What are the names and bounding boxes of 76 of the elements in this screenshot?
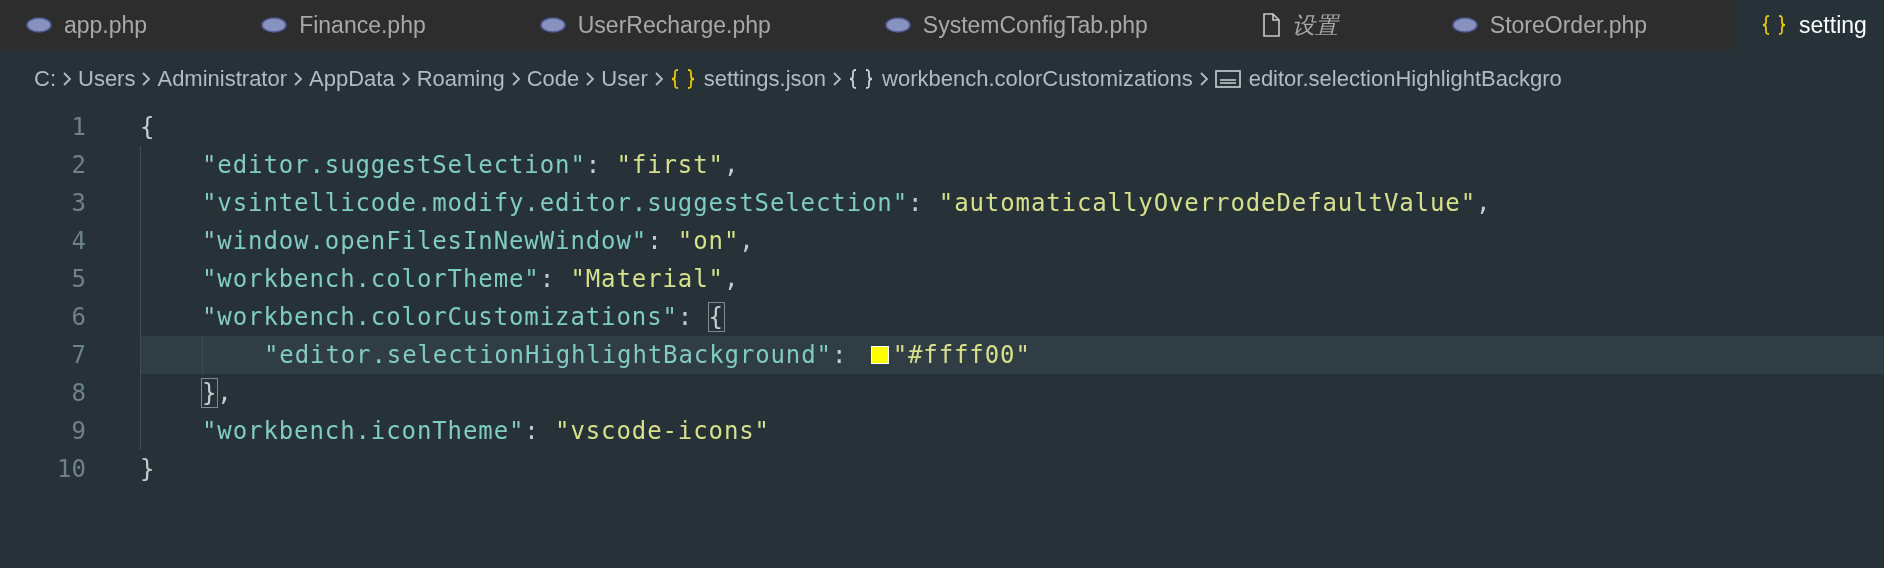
code-key: "editor.suggestSelection" (202, 151, 586, 179)
chevron-icon (832, 71, 843, 87)
breadcrumb-item[interactable]: Roaming (416, 66, 505, 92)
code-punctuation: : (647, 227, 664, 255)
editor-tab[interactable]: 设置 (1235, 0, 1426, 50)
code-string: "vscode-icons" (555, 417, 770, 445)
code-punctuation: : (908, 189, 925, 217)
oval-icon (884, 17, 911, 33)
code-punctuation: : (831, 341, 849, 369)
breadcrumb-item[interactable]: Administrator (157, 66, 288, 92)
braces-icon (669, 68, 696, 90)
breadcrumb-item[interactable]: C: (34, 66, 56, 92)
breadcrumb-item[interactable]: User (601, 66, 648, 92)
code-punctuation: : (524, 417, 541, 445)
line-number: 8 (70, 379, 86, 407)
chevron-icon (62, 71, 72, 87)
code-punctuation: : (677, 303, 695, 331)
breadcrumb-item[interactable]: settings.json (703, 66, 827, 92)
line-number: 3 (70, 189, 86, 217)
breadcrumb-item[interactable]: Code (526, 66, 580, 92)
code-key: "workbench.colorTheme" (202, 265, 540, 293)
chevron-icon (400, 71, 411, 87)
line-number: 1 (70, 113, 86, 141)
breadcrumb-item[interactable]: Users (78, 66, 136, 92)
oval-icon (26, 17, 52, 33)
breadcrumb-item[interactable]: AppData (309, 66, 395, 92)
code-string: "#ffff00" (892, 341, 1031, 369)
braces-icon (848, 68, 875, 90)
chevron-icon (653, 71, 664, 87)
code-string: "first" (616, 151, 724, 179)
code-punctuation: , (739, 227, 755, 255)
editor-tab[interactable]: StoreOrder.php (1425, 0, 1736, 50)
code-punctuation: : (585, 151, 603, 179)
line-number: 7 (70, 341, 86, 369)
line-number: 5 (70, 265, 86, 293)
editor-tab[interactable]: setting (1735, 0, 1884, 50)
code-key: "workbench.iconTheme" (202, 417, 525, 445)
code-string: "Material" (570, 265, 724, 293)
oval-icon (261, 17, 288, 33)
code-key: "workbench.colorCustomizations" (202, 303, 678, 331)
code-punctuation: } (140, 455, 156, 483)
chevron-icon (141, 71, 152, 87)
oval-icon (539, 17, 566, 33)
code-key: "editor.selectionHighlightBackground" (264, 341, 832, 369)
editor-tab[interactable]: Finance.php (235, 0, 514, 50)
chevron-icon (293, 71, 304, 87)
code-key: "vsintellicode.modify.editor.suggestSelection" (202, 189, 909, 217)
matched-bracket: { (708, 303, 724, 331)
code-key: "window.openFilesInNewWindow" (202, 227, 648, 255)
breadcrumb-item[interactable]: workbench.colorCustomizations (882, 66, 1193, 92)
line-number: 9 (70, 417, 86, 445)
chevron-icon (1198, 71, 1209, 87)
code-punctuation: , (217, 379, 233, 407)
code-string: "on" (677, 227, 740, 255)
code-punctuation: , (723, 151, 740, 179)
editor-tab[interactable]: app.php (0, 0, 236, 50)
line-number: 4 (70, 227, 86, 255)
color-swatch[interactable] (870, 346, 889, 364)
editor-tab[interactable]: SystemConfigTab.php (858, 0, 1236, 50)
editor-tab[interactable]: UserRecharge.php (513, 0, 859, 50)
code-punctuation: : (539, 265, 557, 293)
string-icon (1214, 70, 1241, 88)
oval-icon (1451, 17, 1478, 33)
code-punctuation: , (1476, 189, 1492, 217)
matched-bracket: } (202, 379, 218, 407)
line-number: 10 (56, 455, 86, 483)
code-punctuation: , (723, 265, 740, 293)
chevron-icon (510, 71, 521, 87)
line-number: 2 (70, 151, 86, 179)
breadcrumb-item[interactable]: editor.selectionHighlightBackgro (1248, 66, 1562, 92)
code-string: "automaticallyOverrodeDefaultValue" (938, 189, 1476, 217)
line-number: 6 (70, 303, 86, 331)
code-punctuation: { (140, 113, 156, 141)
braces-icon (1761, 14, 1788, 36)
file-icon (1261, 13, 1280, 37)
chevron-icon (585, 71, 596, 87)
